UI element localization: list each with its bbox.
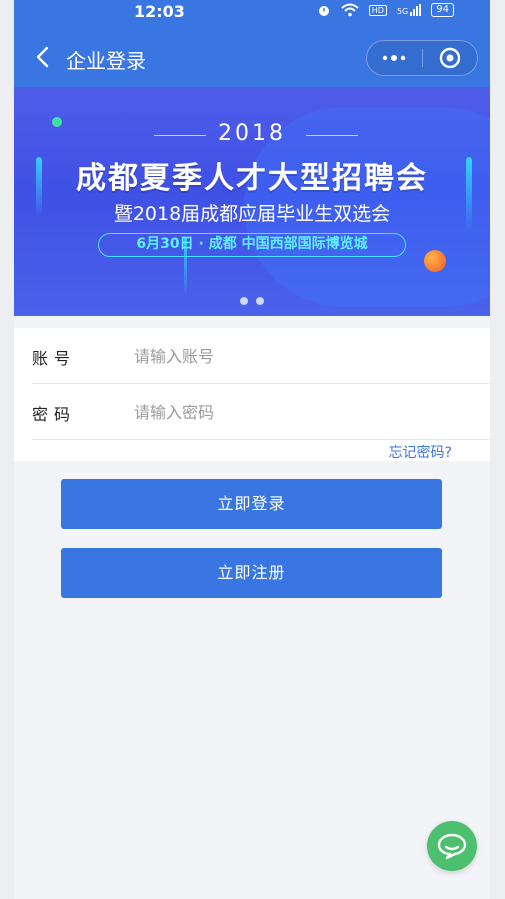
battery-indicator: 94 (431, 3, 454, 17)
hd-badge: HD (368, 4, 387, 16)
forgot-password-link[interactable]: 忘记密码? (389, 442, 452, 462)
top-bar: 12:03 HD 5G 94 企业登录 (14, 0, 490, 87)
status-time: 12:03 (134, 2, 185, 21)
account-input[interactable] (134, 340, 464, 372)
network-label: 5G (396, 7, 409, 16)
signal-icon: 5G (396, 4, 422, 16)
alarm-icon (318, 6, 329, 16)
password-label: 密码 (32, 405, 77, 424)
banner-date-venue: 6月30日 · 成都 中国西部国际博览城 (98, 233, 406, 257)
close-miniprogram-button[interactable] (423, 41, 478, 75)
chevron-left-icon (36, 46, 49, 68)
banner-headline: 成都夏季人才大型招聘会 (76, 161, 428, 196)
status-icons: HD 5G 94 (317, 3, 454, 17)
promo-banner[interactable]: 2018 成都夏季人才大型招聘会 暨2018届成都应届毕业生双选会 6月30日 … (14, 87, 490, 316)
nav-bar: 企业登录 (14, 34, 490, 82)
login-form: 账号 密码 忘记密码? (14, 328, 490, 461)
password-row: 密码 (32, 384, 490, 440)
wifi-icon (341, 3, 359, 17)
carousel-dot[interactable] (256, 297, 264, 305)
account-row: 账号 (32, 328, 490, 384)
capsule-menu (366, 40, 478, 76)
login-button[interactable]: 立即登录 (61, 479, 442, 529)
orange-ball-decoration (424, 250, 446, 272)
carousel-dot-active[interactable] (240, 297, 248, 305)
account-label: 账号 (32, 349, 77, 368)
target-circle-icon (439, 47, 460, 69)
chat-bubble-icon (437, 833, 467, 859)
back-button[interactable] (28, 42, 58, 72)
more-dots-icon (383, 55, 406, 61)
register-button[interactable]: 立即注册 (61, 548, 442, 598)
phone-screen: 12:03 HD 5G 94 企业登录 2018 成都夏季人才大型招聘会 暨20… (14, 0, 490, 899)
password-input[interactable] (134, 396, 464, 428)
customer-service-button[interactable] (427, 821, 477, 871)
status-bar: 12:03 HD 5G 94 (14, 0, 490, 26)
banner-subtitle: 暨2018届成都应届毕业生双选会 (113, 203, 391, 225)
page-title: 企业登录 (66, 49, 146, 73)
more-button[interactable] (367, 41, 422, 75)
banner-year: 2018 (218, 121, 286, 146)
